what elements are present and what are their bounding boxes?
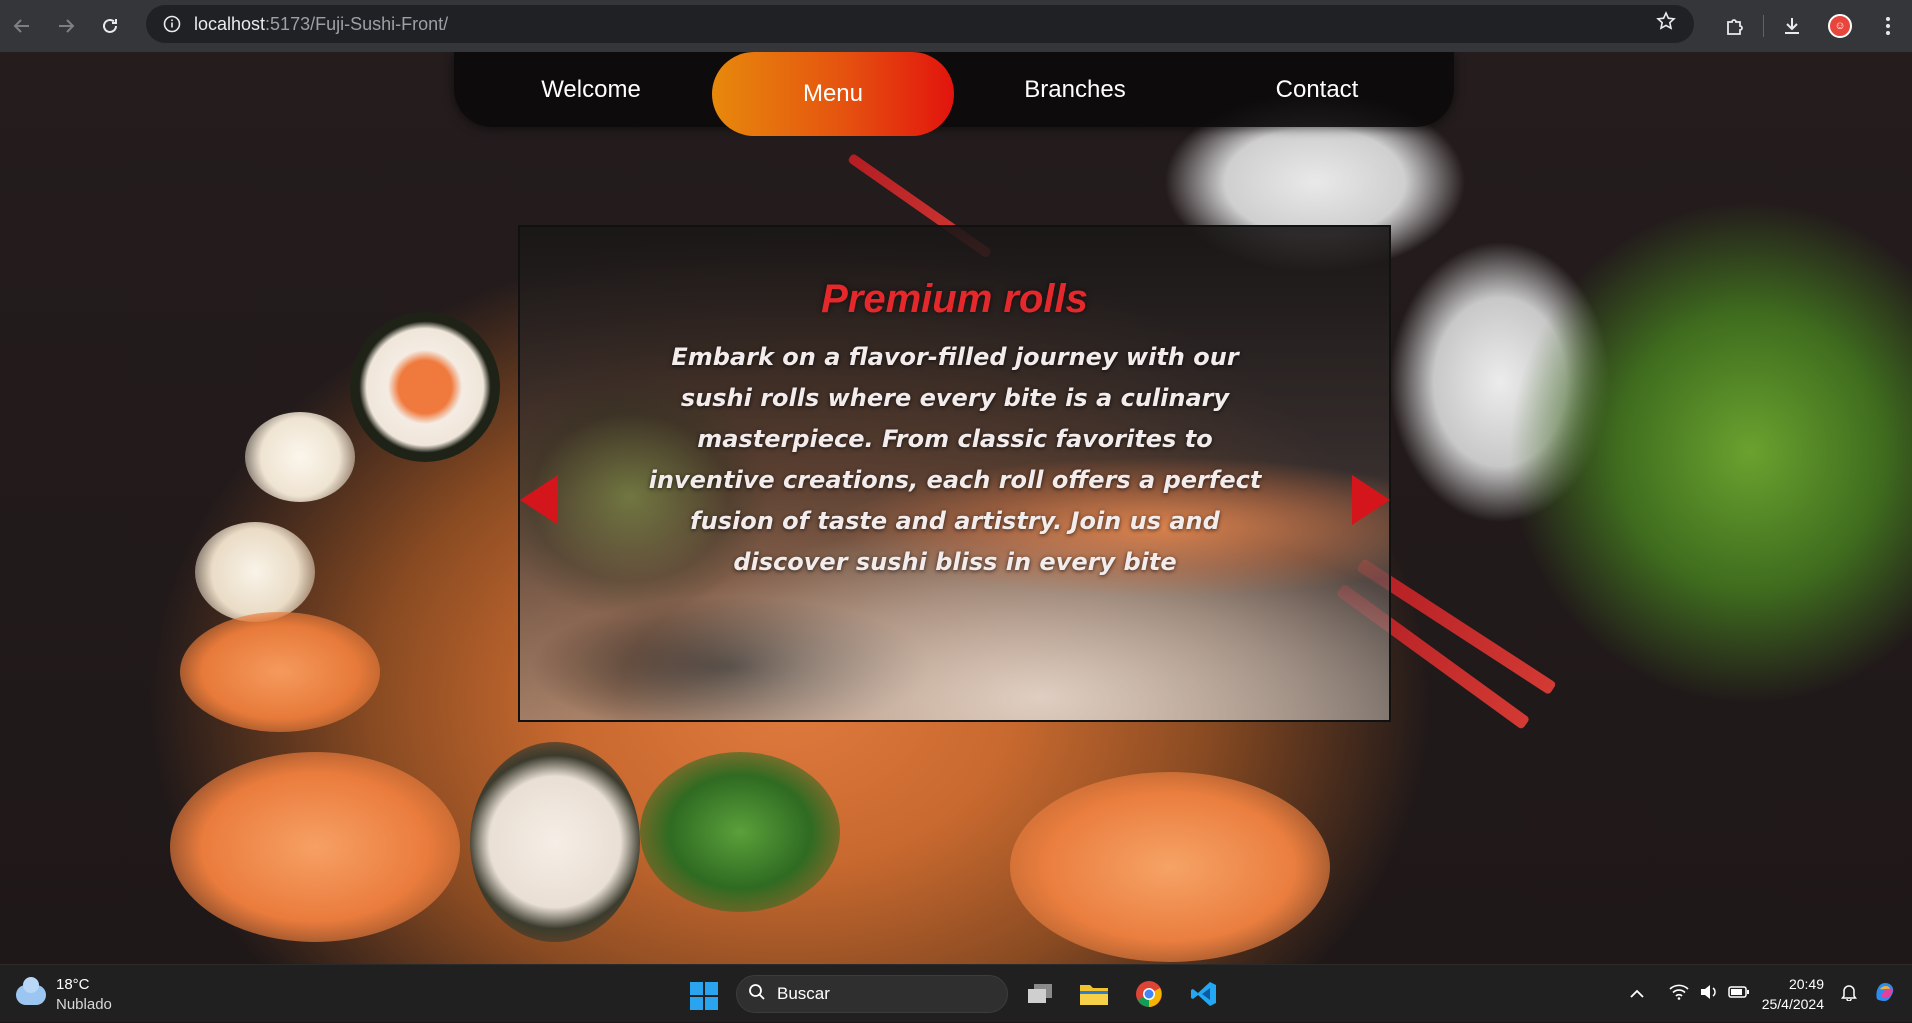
cream-nigiri-decoration	[245, 412, 355, 502]
search-icon	[737, 983, 777, 1006]
taskbar-search-box[interactable]: Buscar	[736, 975, 1008, 1013]
chrome-taskbar-icon[interactable]	[1131, 977, 1167, 1011]
slide-description: Embark on a flavor-filled journey with o…	[648, 343, 1262, 576]
nav-tab-contact[interactable]: Contact	[1196, 52, 1438, 127]
page-viewport: Welcome Menu Branches Contact Premium ro…	[0, 52, 1912, 964]
search-placeholder: Buscar	[777, 984, 830, 1003]
clock-date: 25/4/2024	[1761, 996, 1824, 1012]
salmon-nigiri-decoration	[170, 752, 460, 942]
nav-tab-welcome[interactable]: Welcome	[470, 52, 712, 127]
windows-start-icon[interactable]	[690, 982, 718, 1010]
sushi-roll-decoration	[350, 312, 500, 462]
weather-text: 18°C Nublado	[56, 975, 112, 1015]
browser-toolbar: localhost:5173/Fuji-Sushi-Front/ ☺	[0, 0, 1912, 52]
address-bar[interactable]: localhost:5173/Fuji-Sushi-Front/	[146, 5, 1694, 43]
profile-avatar[interactable]: ☺	[1816, 4, 1864, 48]
basil-leaf-decoration	[640, 752, 840, 912]
reload-icon[interactable]	[88, 4, 132, 48]
system-tray: 20:49 25/4/2024	[1622, 965, 1912, 1023]
file-explorer-icon[interactable]	[1076, 977, 1112, 1011]
weather-description: Nublado	[56, 996, 112, 1013]
avatar-icon: ☺	[1828, 14, 1852, 38]
forward-icon[interactable]	[44, 4, 88, 48]
chevron-up-icon[interactable]	[1622, 984, 1652, 1004]
carousel-next-arrow-icon[interactable]	[1352, 475, 1390, 525]
salmon-nigiri-right-decoration	[1010, 772, 1330, 962]
wifi-icon[interactable]	[1664, 984, 1694, 1005]
more-menu-icon[interactable]	[1864, 4, 1912, 48]
windows-taskbar: 18°C Nublado Buscar 20:49 25/4/2024	[0, 964, 1912, 1022]
back-icon[interactable]	[0, 4, 44, 48]
extensions-icon[interactable]	[1711, 4, 1759, 48]
nav-tab-branches[interactable]: Branches	[954, 52, 1196, 127]
toolbar-divider	[1763, 15, 1764, 37]
vscode-icon[interactable]	[1186, 977, 1222, 1011]
bookmark-star-icon[interactable]	[1656, 11, 1676, 37]
nav-tab-menu[interactable]: Menu	[712, 52, 954, 136]
volume-icon[interactable]	[1694, 984, 1724, 1005]
main-navigation: Welcome Menu Branches Contact	[454, 52, 1454, 136]
browser-actions: ☺	[1711, 0, 1912, 52]
rice-roll-decoration	[470, 742, 640, 942]
url-host: localhost	[194, 13, 266, 34]
url-text: localhost:5173/Fuji-Sushi-Front/	[194, 14, 448, 35]
cloud-icon	[16, 977, 46, 1005]
salmon-roll-decoration	[180, 612, 380, 732]
weather-temperature: 18°C	[56, 976, 90, 993]
download-icon[interactable]	[1768, 4, 1816, 48]
task-view-icon[interactable]	[1022, 977, 1058, 1011]
url-path: :5173/Fuji-Sushi-Front/	[265, 13, 449, 34]
menu-carousel-card: Premium rolls Embark on a flavor-filled …	[518, 225, 1391, 722]
slide-title: Premium rolls	[821, 277, 1088, 321]
battery-icon[interactable]	[1724, 984, 1754, 1004]
taskbar-clock[interactable]: 20:49 25/4/2024	[1762, 974, 1824, 1014]
notification-bell-icon[interactable]	[1834, 983, 1864, 1006]
clock-time: 20:49	[1788, 976, 1824, 992]
carousel-prev-arrow-icon[interactable]	[520, 475, 558, 525]
site-info-icon[interactable]	[154, 6, 190, 42]
copilot-icon[interactable]	[1870, 979, 1900, 1010]
weather-widget[interactable]: 18°C Nublado	[16, 975, 112, 1015]
cream-nigiri-decoration-2	[195, 522, 315, 622]
